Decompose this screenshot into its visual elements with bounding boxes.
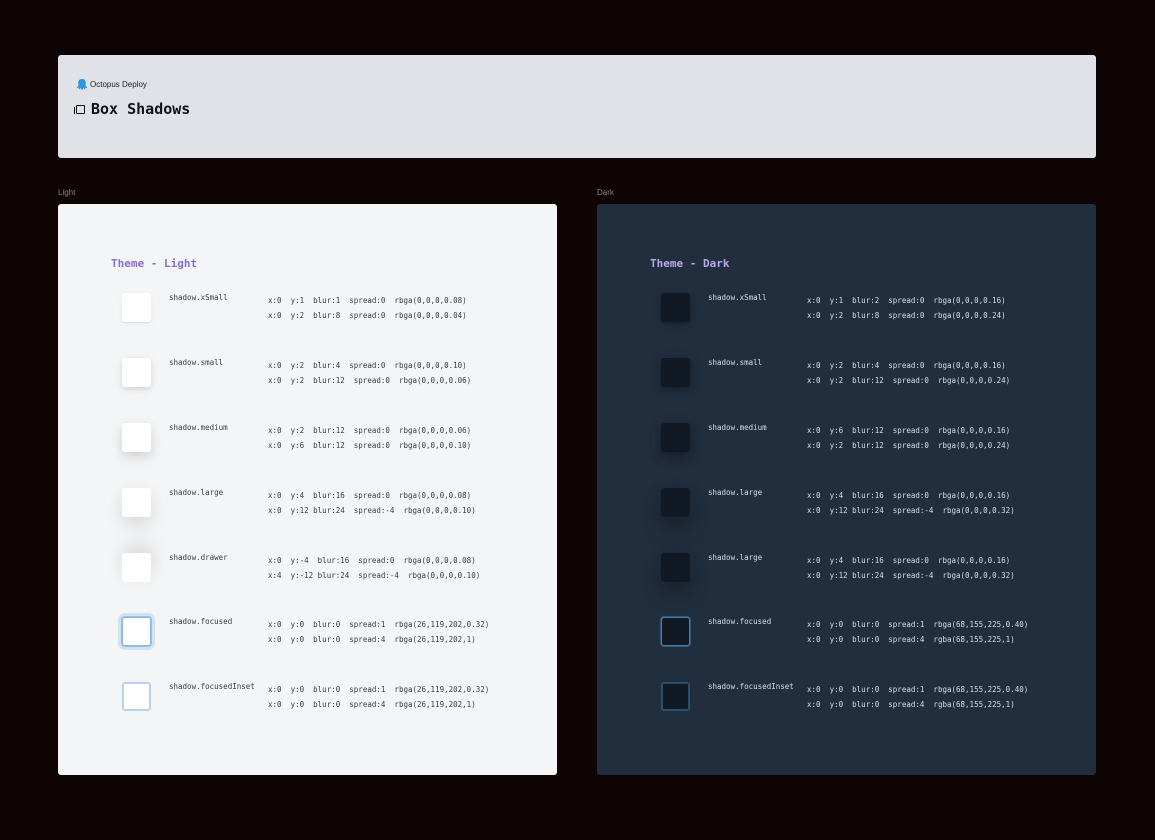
shadow-values: x:0 y:0 blur:0 spread:1 rbga(68,155,225,… bbox=[807, 682, 1028, 712]
shadow-values: x:0 y:4 blur:16 spread:0 rbga(0,0,0,0.16… bbox=[807, 488, 1015, 518]
shadow-row: shadow.xSmall x:0 y:1 blur:1 spread:0 rb… bbox=[58, 293, 557, 333]
shadow-token-name: shadow.focusedInset bbox=[169, 682, 255, 691]
shadow-value-line: x:0 y:4 blur:16 spread:0 rbga(0,0,0,0.16… bbox=[807, 556, 1011, 565]
shadow-token-name: shadow.medium bbox=[708, 423, 767, 432]
shadow-values: x:0 y:-4 blur:16 spread:0 rbga(0,0,0,0.0… bbox=[268, 553, 480, 583]
shadow-value-line: x:0 y:0 blur:0 spread:1 rbga(26,119,202,… bbox=[268, 685, 490, 694]
shadow-value-line: x:0 y:2 blur:12 spread:0 rbga(0,0,0,0.06… bbox=[268, 376, 472, 385]
shadow-token-name: shadow.small bbox=[169, 358, 224, 367]
shadow-token-name: shadow.large bbox=[169, 488, 224, 497]
shadow-value-line: x:0 y:0 blur:0 spread:4 rbga(26,119,202,… bbox=[268, 700, 476, 709]
shadow-swatch bbox=[122, 358, 151, 387]
shadow-value-line: x:0 y:0 blur:0 spread:4 rgba(68,155,225,… bbox=[807, 635, 1015, 644]
shadow-value-line: x:0 y:2 blur:12 spread:0 rbga(0,0,0,0.24… bbox=[807, 376, 1011, 385]
shadow-token-name: shadow.focused bbox=[708, 617, 772, 626]
shadow-value-line: x:0 y:0 blur:0 spread:4 rgba(68,155,225,… bbox=[807, 700, 1015, 709]
shadow-swatch bbox=[122, 682, 151, 711]
box-icon bbox=[74, 104, 85, 114]
brand-name: Octopus Deploy bbox=[90, 79, 147, 89]
shadow-row: shadow.focusedInset x:0 y:0 blur:0 sprea… bbox=[58, 682, 557, 722]
shadow-token-name: shadow.small bbox=[708, 358, 763, 367]
shadow-value-line: x:0 y:2 blur:8 spread:0 rbga(0,0,0,0.24) bbox=[807, 311, 1006, 320]
shadow-token-name: shadow.drawer bbox=[169, 553, 228, 562]
shadow-value-line: x:0 y:4 blur:16 spread:0 rbga(0,0,0,0.16… bbox=[807, 491, 1011, 500]
shadow-row: shadow.drawer x:0 y:-4 blur:16 spread:0 … bbox=[58, 553, 557, 593]
shadow-swatch bbox=[122, 293, 151, 322]
shadow-swatch bbox=[122, 617, 151, 646]
shadow-value-line: x:0 y:0 blur:0 spread:1 rbga(68,155,225,… bbox=[807, 620, 1029, 629]
shadow-row: shadow.focused x:0 y:0 blur:0 spread:1 r… bbox=[58, 617, 557, 657]
shadow-row: shadow.large x:0 y:4 blur:16 spread:0 rb… bbox=[597, 488, 1096, 528]
shadow-values: x:0 y:1 blur:2 spread:0 rbga(0,0,0,0.16)… bbox=[807, 293, 1006, 323]
shadow-swatch bbox=[122, 553, 151, 582]
shadow-token-name: shadow.focused bbox=[169, 617, 233, 626]
shadow-token-name: shadow.medium bbox=[169, 423, 228, 432]
dark-theme-title: Theme - Dark bbox=[650, 257, 730, 270]
shadow-values: x:0 y:4 blur:16 spread:0 rbga(0,0,0,0.16… bbox=[807, 553, 1015, 583]
shadow-swatch bbox=[661, 553, 690, 582]
shadow-values: x:0 y:2 blur:4 spread:0 rbga(0,0,0,0.16)… bbox=[807, 358, 1010, 388]
shadow-value-line: x:0 y:1 blur:2 spread:0 rbga(0,0,0,0.16) bbox=[807, 296, 1006, 305]
shadow-value-line: x:0 y:6 blur:12 spread:0 rbga(0,0,0,0.10… bbox=[268, 441, 472, 450]
shadow-row: shadow.focusedInset x:0 y:0 blur:0 sprea… bbox=[597, 682, 1096, 722]
shadow-row: shadow.medium x:0 y:6 blur:12 spread:0 r… bbox=[597, 423, 1096, 463]
shadow-value-line: x:0 y:2 blur:4 spread:0 rbga(0,0,0,0.10) bbox=[268, 361, 467, 370]
shadow-swatch bbox=[661, 682, 690, 711]
shadow-value-line: x:0 y:4 blur:16 spread:0 rbga(0,0,0,0.08… bbox=[268, 491, 472, 500]
shadow-row: shadow.medium x:0 y:2 blur:12 spread:0 r… bbox=[58, 423, 557, 463]
dark-section-label: Dark bbox=[597, 188, 614, 197]
header-banner: Octopus Deploy Box Shadows bbox=[58, 55, 1096, 158]
shadow-value-line: x:0 y:0 blur:0 spread:4 rbga(26,119,202,… bbox=[268, 635, 476, 644]
shadow-row: shadow.small x:0 y:2 blur:4 spread:0 rbg… bbox=[58, 358, 557, 398]
shadow-value-line: x:0 y:6 blur:12 spread:0 rbga(0,0,0,0.16… bbox=[807, 426, 1011, 435]
shadow-values: x:0 y:0 blur:0 spread:1 rbga(26,119,202,… bbox=[268, 682, 489, 712]
shadow-row: shadow.large x:0 y:4 blur:16 spread:0 rb… bbox=[58, 488, 557, 528]
shadow-token-name: shadow.xSmall bbox=[708, 293, 767, 302]
octopus-logo-icon bbox=[76, 79, 88, 90]
shadow-values: x:0 y:0 blur:0 spread:1 rbga(68,155,225,… bbox=[807, 617, 1028, 647]
shadow-value-line: x:0 y:-4 blur:16 spread:0 rbga(0,0,0,0.0… bbox=[268, 556, 476, 565]
shadow-values: x:0 y:2 blur:12 spread:0 rbga(0,0,0,0.06… bbox=[268, 423, 471, 453]
shadow-token-name: shadow.large bbox=[708, 488, 763, 497]
light-section-label: Light bbox=[58, 188, 76, 197]
shadow-values: x:0 y:4 blur:16 spread:0 rbga(0,0,0,0.08… bbox=[268, 488, 476, 518]
shadow-swatch bbox=[122, 488, 151, 517]
shadow-values: x:0 y:0 blur:0 spread:1 rbga(26,119,202,… bbox=[268, 617, 489, 647]
light-theme-title: Theme - Light bbox=[111, 257, 198, 270]
shadow-swatch bbox=[661, 488, 690, 517]
shadow-value-line: x:0 y:12 blur:24 spread:-4 rbga(0,0,0,0.… bbox=[807, 506, 1015, 515]
shadow-token-name: shadow.large bbox=[708, 553, 763, 562]
shadow-value-line: x:0 y:12 blur:24 spread:-4 rbga(0,0,0,0.… bbox=[268, 506, 476, 515]
shadow-value-line: x:0 y:2 blur:12 spread:0 rbga(0,0,0,0.06… bbox=[268, 426, 472, 435]
shadow-value-line: x:0 y:2 blur:8 spread:0 rbga(0,0,0,0.04) bbox=[268, 311, 467, 320]
shadow-value-line: x:0 y:2 blur:12 spread:0 rbga(0,0,0,0.24… bbox=[807, 441, 1011, 450]
brand: Octopus Deploy bbox=[76, 78, 147, 90]
shadow-value-line: x:0 y:1 blur:1 spread:0 rbga(0,0,0,0.08) bbox=[268, 296, 467, 305]
shadow-token-name: shadow.xSmall bbox=[169, 293, 228, 302]
shadow-row: shadow.xSmall x:0 y:1 blur:2 spread:0 rb… bbox=[597, 293, 1096, 333]
shadow-value-line: x:4 y:-12 blur:24 spread:-4 rbga(0,0,0,0… bbox=[268, 571, 481, 580]
shadow-row: shadow.focused x:0 y:0 blur:0 spread:1 r… bbox=[597, 617, 1096, 657]
shadow-swatch bbox=[661, 423, 690, 452]
shadow-values: x:0 y:2 blur:4 spread:0 rbga(0,0,0,0.10)… bbox=[268, 358, 471, 388]
page-title: Box Shadows bbox=[91, 100, 191, 118]
shadow-values: x:0 y:6 blur:12 spread:0 rbga(0,0,0,0.16… bbox=[807, 423, 1010, 453]
shadow-swatch bbox=[661, 358, 690, 387]
title-row: Box Shadows bbox=[74, 100, 191, 118]
dark-theme-panel: Theme - Dark shadow.xSmall x:0 y:1 blur:… bbox=[597, 204, 1096, 775]
shadow-swatch bbox=[661, 293, 690, 322]
shadow-value-line: x:0 y:0 blur:0 spread:1 rbga(26,119,202,… bbox=[268, 620, 490, 629]
shadow-row: shadow.small x:0 y:2 blur:4 spread:0 rbg… bbox=[597, 358, 1096, 398]
light-theme-panel: Theme - Light shadow.xSmall x:0 y:1 blur… bbox=[58, 204, 557, 775]
shadow-row: shadow.large x:0 y:4 blur:16 spread:0 rb… bbox=[597, 553, 1096, 593]
shadow-token-name: shadow.focusedInset bbox=[708, 682, 794, 691]
shadow-values: x:0 y:1 blur:1 spread:0 rbga(0,0,0,0.08)… bbox=[268, 293, 467, 323]
shadow-value-line: x:0 y:12 blur:24 spread:-4 rbga(0,0,0,0.… bbox=[807, 571, 1015, 580]
shadow-value-line: x:0 y:2 blur:4 spread:0 rbga(0,0,0,0.16) bbox=[807, 361, 1006, 370]
shadow-swatch bbox=[122, 423, 151, 452]
shadow-swatch bbox=[661, 617, 690, 646]
shadow-value-line: x:0 y:0 blur:0 spread:1 rbga(68,155,225,… bbox=[807, 685, 1029, 694]
